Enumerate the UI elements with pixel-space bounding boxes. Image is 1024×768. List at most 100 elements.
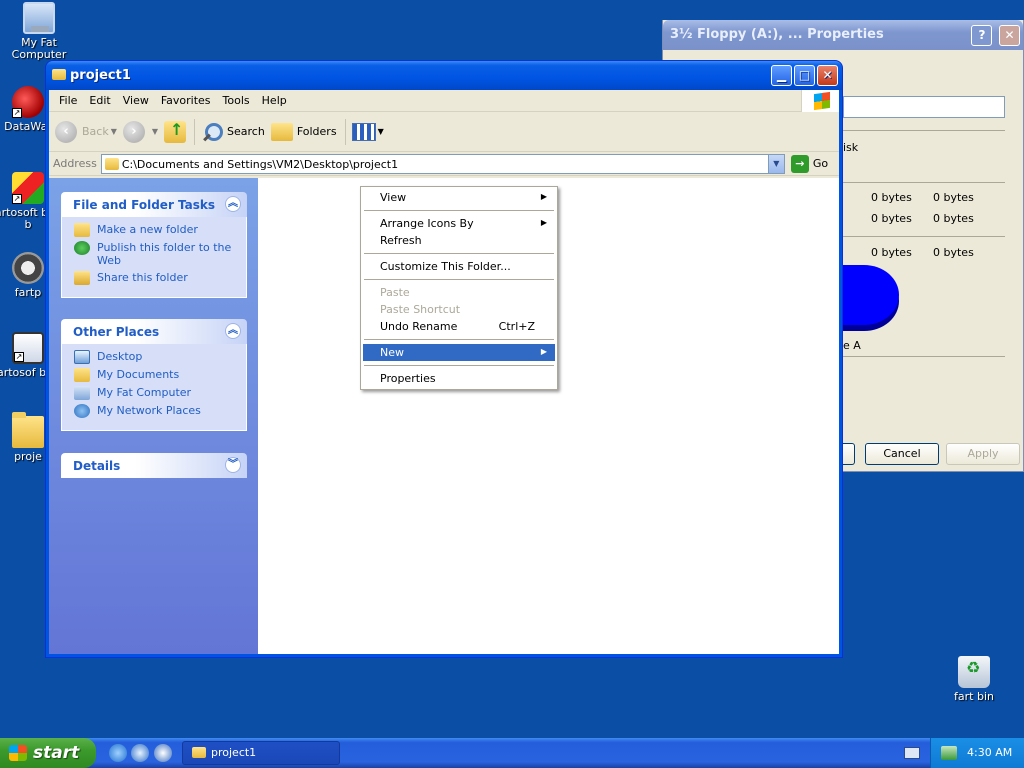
menu-separator (364, 210, 554, 211)
shortcut-arrow-icon: ↗ (14, 352, 24, 362)
desktop-icon-label: fart bin (954, 690, 994, 703)
taskbar-button-label: project1 (211, 746, 257, 759)
menu-item-paste[interactable]: Paste (363, 284, 555, 301)
file-folder-tasks-panel: File and Folder Tasks ︽ Make a new folde… (61, 192, 247, 298)
search-label: Search (227, 125, 265, 138)
task-make-new-folder[interactable]: Make a new folder (74, 223, 240, 237)
menu-file[interactable]: File (53, 94, 83, 107)
apply-button[interactable]: Apply (946, 443, 1020, 465)
task-publish-web[interactable]: Publish this folder to the Web (74, 241, 240, 267)
folder-icon (192, 747, 206, 758)
menu-item-label: View (380, 191, 407, 204)
media-player-icon[interactable] (154, 744, 172, 762)
menu-item-properties[interactable]: Properties (363, 370, 555, 387)
task-label: Share this folder (97, 271, 188, 284)
minimize-button[interactable]: ▁ (771, 65, 792, 86)
expand-chevron-icon[interactable]: ︾ (225, 457, 241, 473)
menu-item-refresh[interactable]: Refresh (363, 232, 555, 249)
panel-header[interactable]: File and Folder Tasks ︽ (61, 192, 247, 217)
chevron-down-icon: ▼ (151, 127, 159, 136)
clock[interactable]: 4:30 AM (967, 746, 1012, 759)
free-size: 0 bytes (933, 212, 974, 225)
other-places-panel: Other Places ︽ Desktop My Documents My F… (61, 319, 247, 431)
folder-icon (52, 69, 66, 80)
up-button[interactable] (164, 120, 187, 143)
divider (843, 130, 1005, 131)
properties-title: 3½ Floppy (A:), ... Properties (670, 27, 884, 42)
address-dropdown-button[interactable]: ▼ (767, 154, 784, 173)
fartp-icon (12, 252, 44, 284)
start-button[interactable]: start (0, 738, 96, 768)
taskbar-button-project1[interactable]: project1 (182, 741, 340, 765)
close-button[interactable]: ✕ (999, 25, 1020, 46)
capacity-bytes: 0 bytes (871, 246, 912, 259)
submenu-arrow-icon: ▶ (540, 192, 547, 201)
place-my-network-places[interactable]: My Network Places (74, 404, 240, 418)
address-bar: Address C:\Documents and Settings\VM2\De… (49, 152, 839, 176)
ok-button[interactable] (843, 443, 855, 465)
outlook-express-icon[interactable] (131, 744, 149, 762)
free-bytes: 0 bytes (871, 212, 912, 225)
back-button[interactable]: ‹ Back ▼ (55, 120, 117, 143)
folders-button[interactable]: Folders (270, 122, 337, 141)
views-button[interactable]: ▼ (351, 122, 384, 141)
menu-help[interactable]: Help (256, 94, 293, 107)
menu-favorites[interactable]: Favorites (155, 94, 217, 107)
search-icon (201, 121, 224, 143)
go-label: Go (812, 157, 829, 170)
help-button[interactable]: ? (971, 25, 993, 46)
menu-item-undo-rename[interactable]: Undo Rename Ctrl+Z (363, 318, 555, 335)
address-input[interactable]: C:\Documents and Settings\VM2\Desktop\pr… (100, 153, 785, 174)
menu-item-customize[interactable]: Customize This Folder... (363, 258, 555, 275)
volume-label-field[interactable] (843, 96, 1005, 118)
explorer-titlebar[interactable]: project1 ▁ □ ✕ (46, 61, 842, 90)
capacity-size: 0 bytes (933, 246, 974, 259)
panel-header[interactable]: Details ︾ (61, 453, 247, 478)
used-size: 0 bytes (933, 191, 974, 204)
menu-item-paste-shortcut[interactable]: Paste Shortcut (363, 301, 555, 318)
fartosof-icon: ↗ (12, 332, 44, 364)
panel-header[interactable]: Other Places ︽ (61, 319, 247, 344)
menu-view[interactable]: View (117, 94, 155, 107)
menu-item-label: New (380, 346, 404, 359)
task-share-folder[interactable]: Share this folder (74, 271, 240, 285)
network-connection-icon[interactable] (941, 746, 957, 760)
collapse-chevron-icon[interactable]: ︽ (225, 323, 241, 339)
collapse-chevron-icon[interactable]: ︽ (225, 196, 241, 212)
menu-separator (364, 253, 554, 254)
place-desktop[interactable]: Desktop (74, 350, 240, 364)
toolbar-separator (194, 118, 196, 145)
maximize-button[interactable]: □ (794, 65, 815, 86)
address-value: C:\Documents and Settings\VM2\Desktop\pr… (121, 157, 399, 171)
place-my-documents[interactable]: My Documents (74, 368, 240, 382)
menu-edit[interactable]: Edit (83, 94, 116, 107)
menu-item-new[interactable]: New ▶ (363, 344, 555, 361)
forward-arrow-icon: › (122, 120, 145, 143)
divider (843, 356, 1005, 357)
menu-item-label: Undo Rename (380, 320, 458, 333)
publish-web-icon (74, 241, 90, 255)
desktop-icon-my-fat-computer[interactable]: My Fat Computer (1, 2, 77, 61)
menu-item-label: Paste (380, 286, 410, 299)
go-button[interactable]: → Go (790, 154, 829, 173)
fartosoft-icon: ↗ (12, 172, 44, 204)
internet-explorer-icon[interactable] (109, 744, 127, 762)
menu-bar: File Edit View Favorites Tools Help (49, 90, 839, 112)
close-button[interactable]: ✕ (817, 65, 838, 86)
system-tray: 4:30 AM (930, 738, 1024, 768)
menu-tools[interactable]: Tools (217, 94, 256, 107)
cancel-button[interactable]: Cancel (865, 443, 939, 465)
place-label: My Fat Computer (97, 386, 192, 399)
properties-titlebar[interactable]: 3½ Floppy (A:), ... Properties ? ✕ (663, 20, 1023, 50)
desktop-icon-fart-bin[interactable]: fart bin (936, 656, 1012, 703)
menu-item-arrange-icons[interactable]: Arrange Icons By ▶ (363, 215, 555, 232)
desktop-icon (74, 350, 90, 364)
forward-button[interactable]: › ▼ (122, 120, 159, 143)
search-button[interactable]: Search (201, 121, 265, 143)
place-label: My Network Places (97, 404, 201, 417)
place-my-fat-computer[interactable]: My Fat Computer (74, 386, 240, 400)
menu-item-label: Properties (380, 372, 436, 385)
menu-item-view[interactable]: View ▶ (363, 189, 555, 206)
keyboard-icon[interactable] (904, 747, 920, 759)
menu-separator (364, 279, 554, 280)
